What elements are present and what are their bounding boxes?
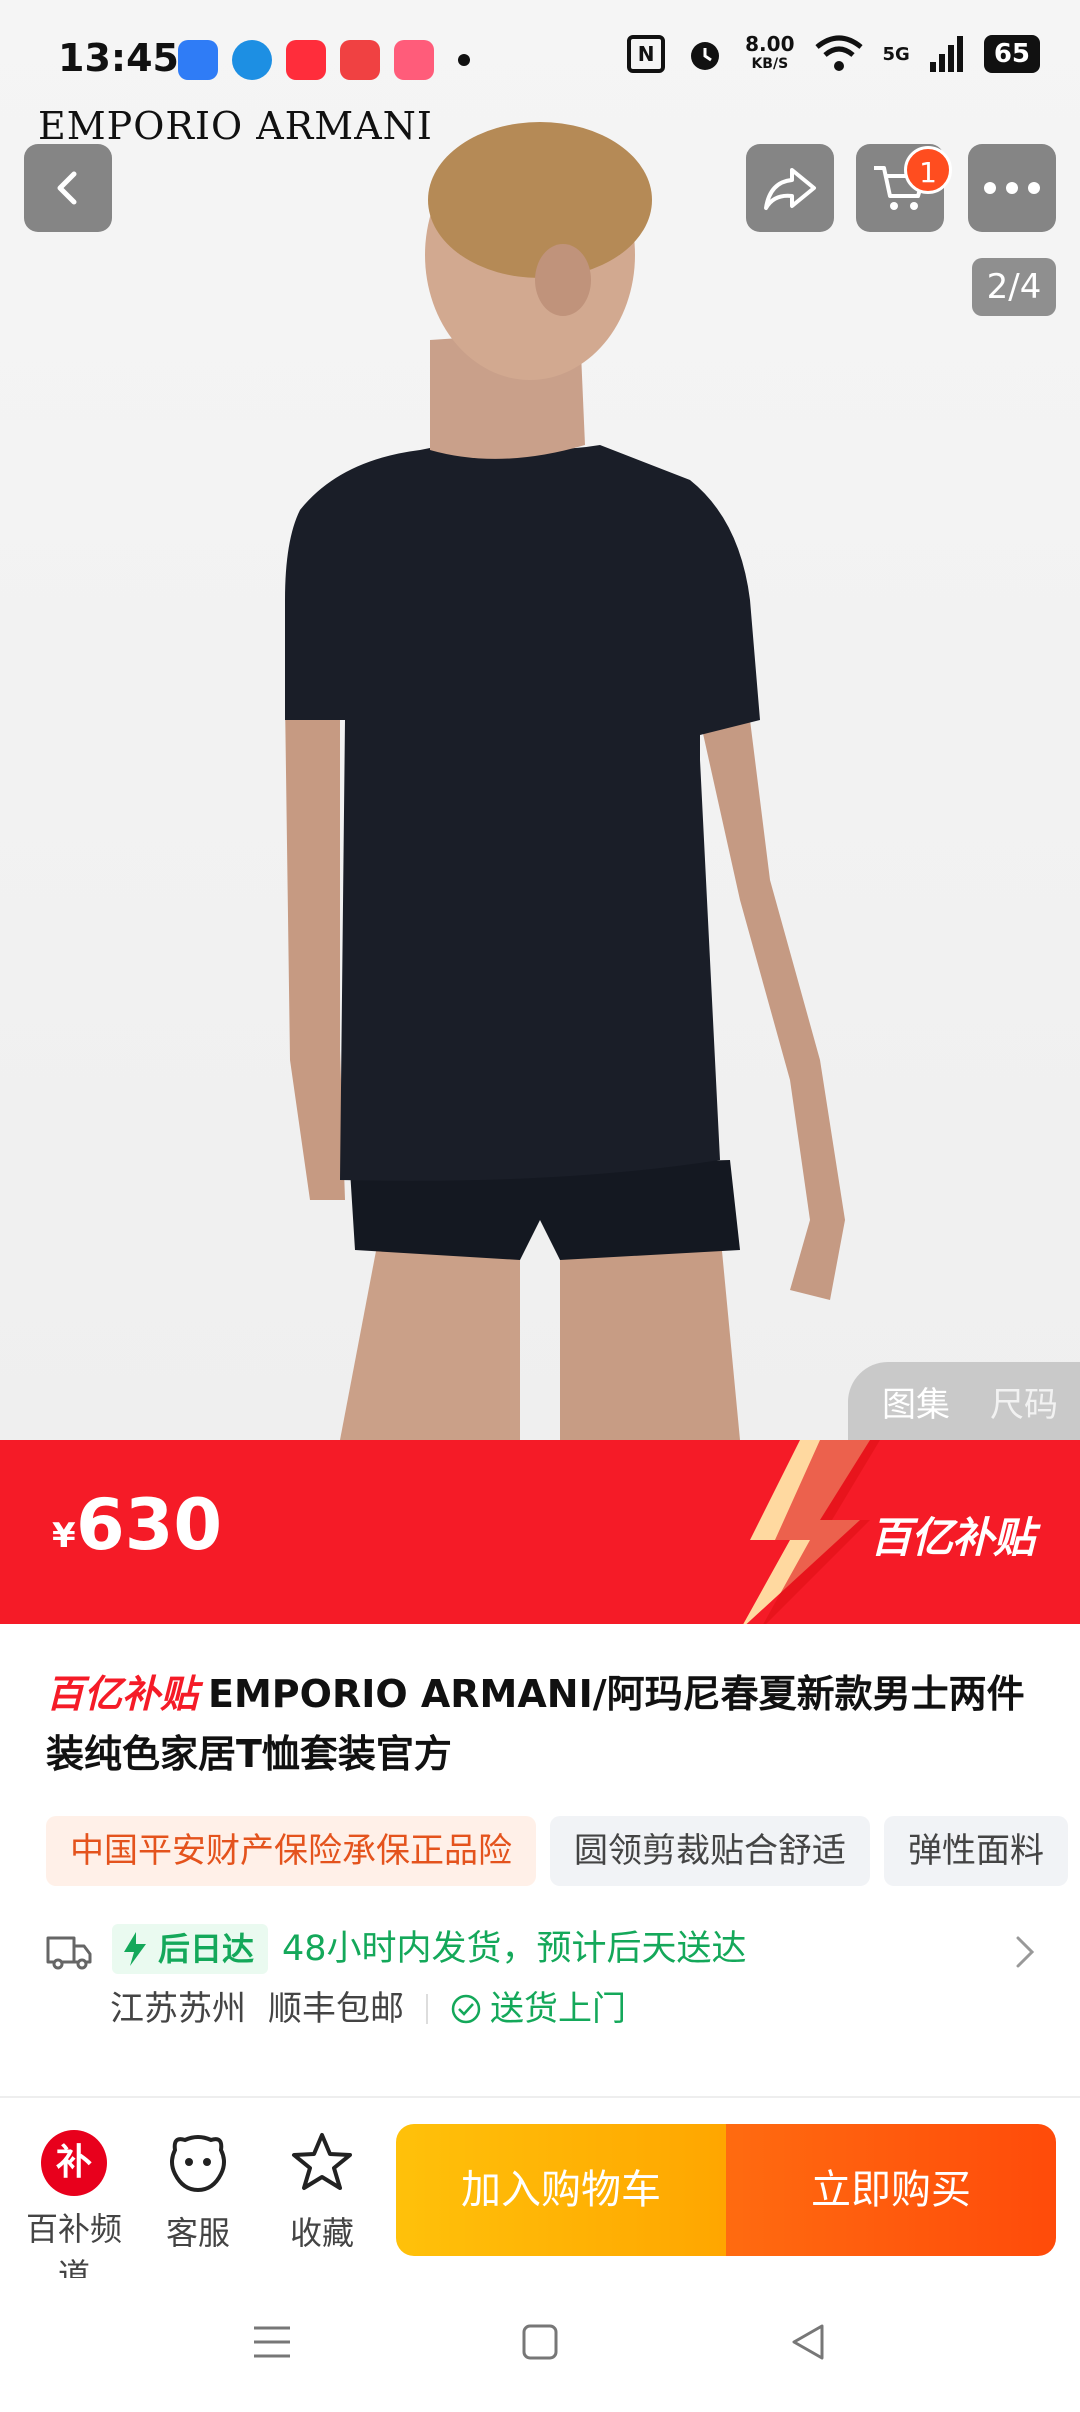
gallery-tab-group: 图集 尺码 [848,1362,1080,1440]
status-time: 13:45 [58,36,179,80]
bottom-action-bar: 补 百补频道 客服 收藏 加入购物车 立即购买 [0,2096,1080,2294]
green-lightning-icon [124,1932,146,1966]
shipping-origin-line: 江苏苏州 顺丰包邮 送货上门 [110,1984,626,2034]
title-subsidy-tag: 百亿补贴 [46,1672,199,1716]
nfc-icon: N [627,35,666,73]
network-speed: 8.00 KB/S [745,32,795,72]
more-dots-icon [984,182,1040,194]
tag-insurance[interactable]: 中国平安财产保险承保正品险 [46,1816,536,1886]
price-currency: ¥ [52,1516,76,1556]
lightning-bolt-icon [743,1440,880,1624]
express-badge: 后日达 [112,1924,269,1974]
qq-browser-icon [178,40,218,80]
subsidy-channel-button[interactable]: 补 百补频道 [14,2130,134,2296]
toutiao-icon [340,40,380,80]
tab-gallery[interactable]: 图集 [882,1377,950,1426]
home-icon[interactable] [518,2320,562,2364]
customer-service-icon [170,2135,226,2193]
product-image-carousel[interactable]: EMPORIO ARMANI 1 2/4 图集 尺码 [0,0,1080,1440]
video-app-icon [286,40,326,80]
system-navigation-bar [0,2278,1080,2412]
divider [426,1994,428,2024]
tag-elastic-fabric[interactable]: 弹性面料 [884,1816,1068,1886]
shipping-method: 顺丰包邮 [268,1989,404,2029]
wifi-icon [814,35,863,71]
share-button[interactable] [746,144,834,232]
check-circle-icon [451,1994,481,2024]
signal-bars-icon [929,36,963,72]
back-chevron-icon [57,171,77,205]
status-bar: 13:45 N 8.00 KB/S 5G 65 [0,0,1080,120]
truck-icon [46,1936,92,1970]
delivery-estimate: 48小时内发货，预计后天送达 [282,1929,747,1969]
back-triangle-icon[interactable] [786,2320,830,2364]
menu-icon[interactable] [250,2320,294,2364]
pinduoduo-lite-icon [394,40,434,80]
ship-from: 江苏苏州 [110,1989,246,2029]
star-icon [292,2133,352,2190]
edge-icon [232,40,272,80]
network-type: 5G [882,43,910,65]
chevron-right-icon[interactable] [1012,1934,1036,1970]
status-indicators: N 8.00 KB/S 5G 65 [627,34,1040,74]
subsidy-badge: 百亿补贴 [870,1513,1035,1562]
image-page-indicator: 2/4 [972,258,1056,316]
door-delivery: 送货上门 [450,1984,626,2034]
battery-level: 65 [983,35,1040,73]
back-button[interactable] [24,144,112,232]
tag-round-neck[interactable]: 圆领剪裁贴合舒适 [550,1816,870,1886]
buy-now-button[interactable]: 立即购买 [726,2124,1056,2256]
subsidy-channel-icon: 补 [41,2130,107,2196]
customer-service-label: 客服 [165,2214,230,2252]
product-tags: 中国平安财产保险承保正品险 圆领剪裁贴合舒适 弹性面料 [46,1816,1068,1886]
delivery-info[interactable]: 后日达 48小时内发货，预计后天送达 江苏苏州 顺丰包邮 送货上门 [46,1920,1036,2050]
alarm-icon [691,42,720,70]
cart-count-badge: 1 [904,146,952,194]
product-title: 百亿补贴 EMPORIO ARMANI/阿玛尼春夏新款男士两件装纯色家居T恤套装官… [46,1664,1036,1784]
share-icon [764,168,816,210]
favorite-label: 收藏 [289,2214,354,2252]
more-button[interactable] [968,144,1056,232]
customer-service-button[interactable]: 客服 [138,2130,258,2254]
notification-icons [178,40,470,80]
tab-size[interactable]: 尺码 [990,1377,1058,1426]
favorite-button[interactable]: 收藏 [262,2130,382,2254]
price-banner: ¥ 630 百亿补贴 [0,1440,1080,1624]
add-to-cart-button[interactable]: 加入购物车 [396,2124,726,2256]
price-value: 630 [76,1484,223,1566]
more-notifications-dot-icon [458,54,470,66]
